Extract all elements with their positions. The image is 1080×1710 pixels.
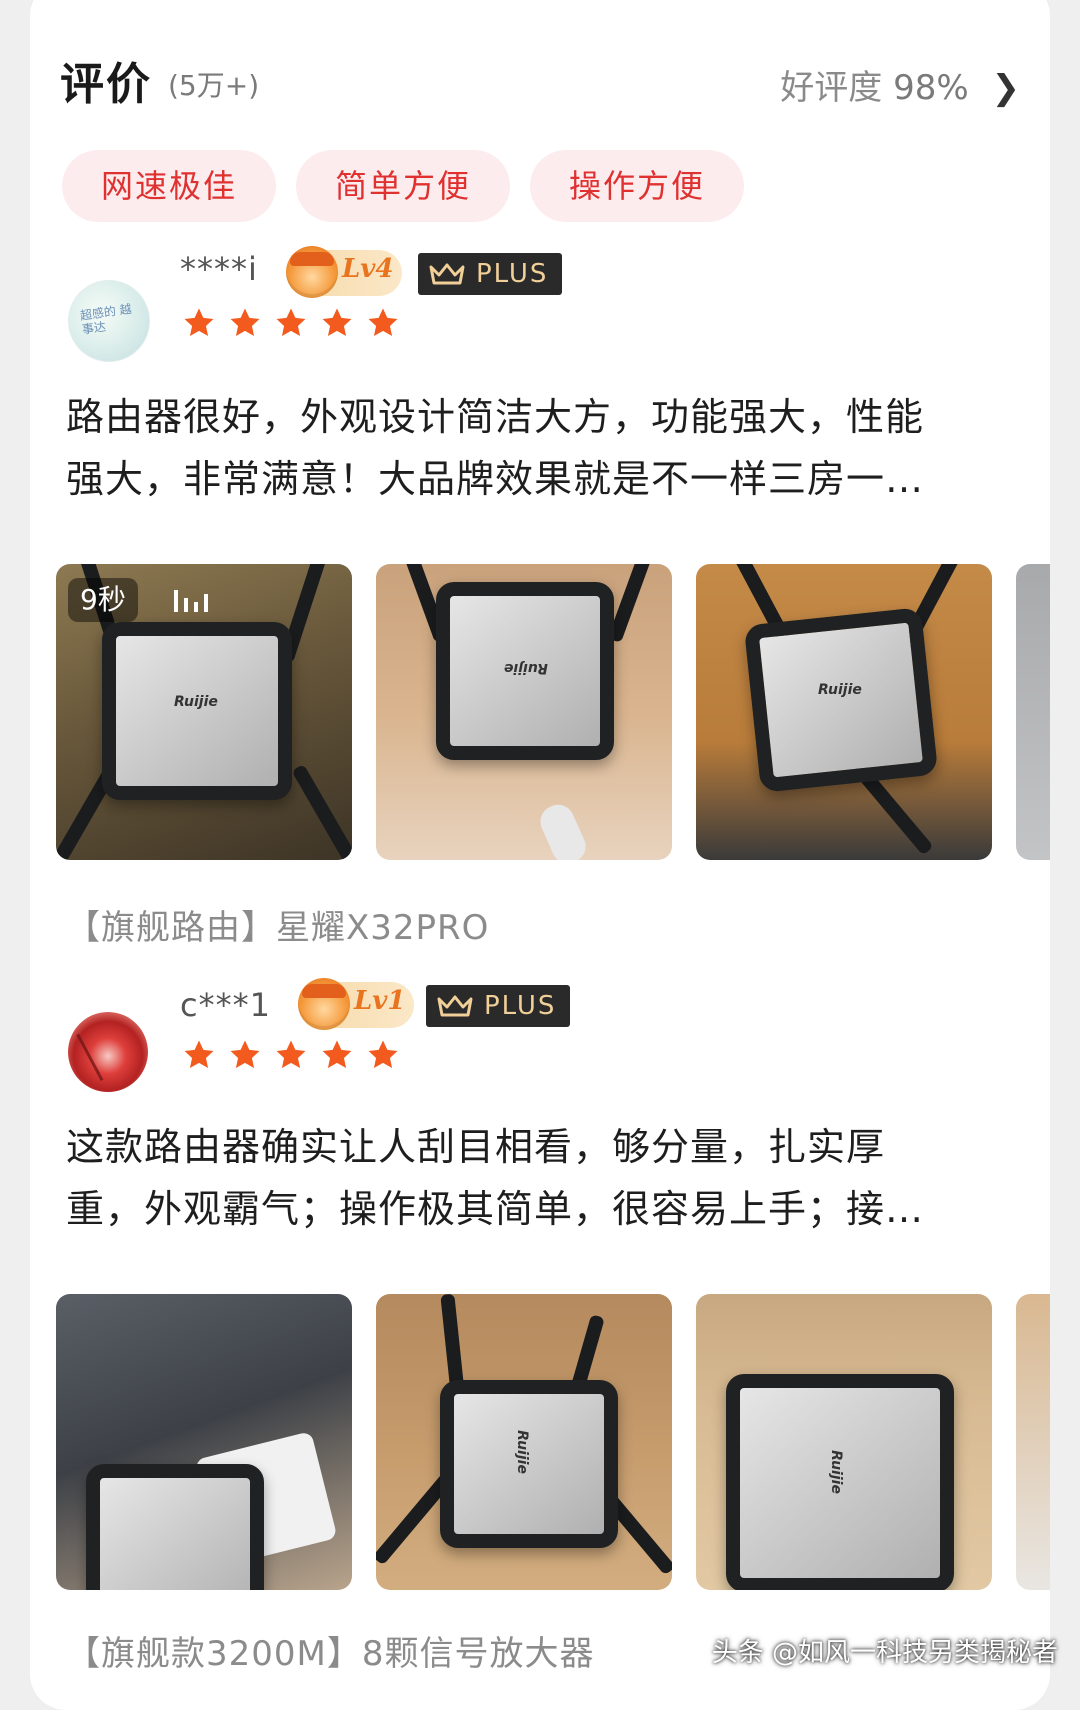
star-icon [322, 1040, 352, 1069]
plus-label: PLUS [476, 259, 549, 289]
review-photo[interactable] [56, 1294, 352, 1590]
video-duration: 9秒 [68, 578, 138, 622]
star-icon [230, 308, 260, 337]
review-photo[interactable]: Ruijie [376, 1294, 672, 1590]
watermark-text: 头条 @如风一科技另类揭秘者 [711, 1638, 1058, 1668]
level-hat-icon [298, 978, 350, 1030]
review-photo[interactable]: Ruijie [376, 564, 672, 860]
video-audio-icon [174, 590, 208, 612]
review-photo[interactable]: Ruijie [696, 564, 992, 860]
antenna [291, 763, 352, 860]
review-photo-more[interactable] [1016, 564, 1050, 860]
reviews-header[interactable]: 评价 (5万+) 好评度 98% ❯ [60, 48, 1020, 112]
review-text-line: 强大，非常满意！大品牌效果就是不一样三房一… [66, 457, 925, 501]
star-rating [182, 306, 412, 340]
review-text-line: 这款路由器确实让人刮目相看，够分量，扎实厚 [66, 1125, 886, 1169]
username: c***1 [180, 986, 271, 1024]
star-icon [230, 1040, 260, 1069]
level-text: Lv1 [354, 986, 406, 1016]
router-image [86, 1464, 264, 1590]
avatar[interactable] [68, 1012, 148, 1092]
review-text-line: 路由器很好，外观设计简洁大方，功能强大，性能 [66, 395, 925, 439]
router-logo: Ruijie [174, 694, 218, 710]
star-icon [184, 308, 214, 337]
plus-badge: PLUS [418, 253, 562, 295]
avatar[interactable]: 超感的 越事达 [68, 280, 150, 362]
crown-icon [437, 995, 473, 1017]
positive-rating[interactable]: 好评度 98% ❯ [780, 60, 1020, 109]
star-icon [368, 1040, 398, 1069]
plus-badge: PLUS [426, 985, 570, 1027]
tag-chip[interactable]: 网速极佳 [62, 150, 276, 222]
level-badge: Lv1 [298, 978, 414, 1030]
rating-label: 好评度 [780, 68, 883, 108]
product-variant: 【旗舰款3200M】8颗信号放大器 [66, 1634, 595, 1674]
reviews-card: 评价 (5万+) 好评度 98% ❯ 网速极佳 简单方便 操作方便 超感的 越事… [30, 0, 1050, 1710]
tag-chip[interactable]: 简单方便 [296, 150, 510, 222]
star-rating [182, 1038, 412, 1072]
star-icon [184, 1040, 214, 1069]
antenna [607, 564, 659, 644]
level-hat-icon [286, 246, 338, 298]
avatar-text: 超感的 越事达 [79, 301, 133, 337]
rating-value: 98% [893, 68, 969, 108]
router-logo: Ruijie [818, 682, 862, 698]
review-video-thumbnail[interactable]: Ruijie 9秒 [56, 564, 352, 860]
router-logo: Ruijie [513, 1430, 530, 1474]
chevron-right-icon[interactable]: ❯ [992, 68, 1021, 108]
router-image [102, 622, 292, 800]
star-icon [276, 1040, 306, 1069]
plus-label: PLUS [484, 991, 557, 1021]
review-photos: Ruijie 9秒 Ruijie Ruijie [56, 564, 1050, 860]
router-image [743, 607, 939, 793]
review-text[interactable]: 这款路由器确实让人刮目相看，够分量，扎实厚 重，外观霸气；操作极其简单，很容易上… [66, 1116, 1026, 1240]
review-photo-more[interactable] [1016, 1294, 1050, 1590]
crown-icon [429, 263, 465, 285]
star-icon [368, 308, 398, 337]
level-badge: Lv4 [286, 246, 402, 298]
review-text[interactable]: 路由器很好，外观设计简洁大方，功能强大，性能 强大，非常满意！大品牌效果就是不一… [66, 386, 1026, 510]
reviews-title: 评价 [60, 59, 152, 110]
review-photo[interactable]: Ruijie [696, 1294, 992, 1590]
slipper-image [535, 799, 591, 860]
reviews-count: (5万+) [168, 69, 260, 102]
review-text-line: 重，外观霸气；操作极其简单，很容易上手；接… [66, 1187, 925, 1231]
product-variant: 【旗舰路由】星耀X32PRO [66, 908, 490, 948]
username: ****i [180, 250, 258, 288]
review-photos: Ruijie Ruijie [56, 1294, 1050, 1590]
star-icon [322, 308, 352, 337]
router-logo: Ruijie [504, 660, 548, 676]
level-text: Lv4 [342, 254, 394, 284]
tag-chip[interactable]: 操作方便 [530, 150, 744, 222]
router-logo: Ruijie [827, 1450, 844, 1494]
star-icon [276, 308, 306, 337]
